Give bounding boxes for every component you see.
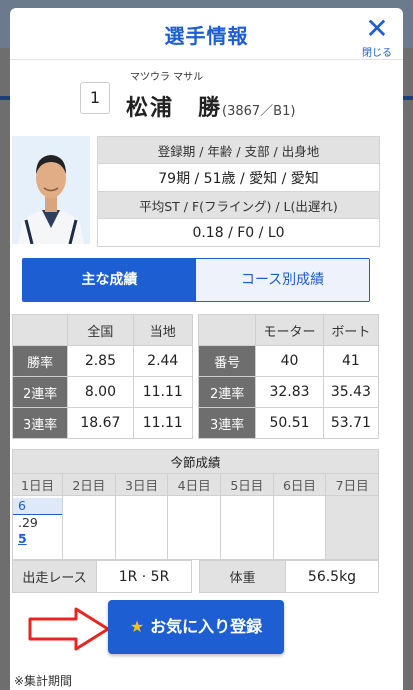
row-label: 番号 xyxy=(198,345,257,377)
aggregation-period-note: ※集計期間 xyxy=(14,674,73,688)
row-label: 3連率 xyxy=(11,407,69,439)
day-1-results: 6 .29 5 xyxy=(12,495,63,560)
col-local: 当地 xyxy=(132,314,193,346)
racer-frame-number: 1 xyxy=(80,82,110,114)
race-weight-table: 出走レース 1R · 5R 体重 56.5kg xyxy=(12,560,379,593)
day-2-results xyxy=(62,495,116,560)
stats-corner xyxy=(11,314,69,346)
race-start-timing: .29 xyxy=(18,515,38,530)
day-6-results xyxy=(272,495,327,560)
tab-course-results[interactable]: コース別成績 xyxy=(196,259,369,301)
modal-header: 選手情報 ✕ 閉じる xyxy=(10,8,403,60)
col-boat: ボート xyxy=(322,314,380,346)
day-header: 4日目 xyxy=(167,473,221,496)
weight-value: 56.5kg xyxy=(285,560,379,593)
day-header: 6日目 xyxy=(272,473,327,496)
weight-label: 体重 xyxy=(199,560,286,593)
national-value: 8.00 xyxy=(67,376,134,408)
tab-main-results[interactable]: 主な成績 xyxy=(23,259,196,301)
profile-header-1: 登録期 / 年齢 / 支部 / 出身地 xyxy=(97,136,380,164)
row-label: 2連率 xyxy=(198,376,257,408)
page-stripe-left xyxy=(0,96,10,100)
day-header: 2日目 xyxy=(62,473,116,496)
add-favorite-button[interactable]: ★ お気に入り登録 xyxy=(108,600,284,654)
race-value: 1R · 5R xyxy=(96,560,192,593)
racer-registration: (3867／B1) xyxy=(222,104,296,119)
row-label: 勝率 xyxy=(11,345,69,377)
day-3-results xyxy=(114,495,169,560)
table-row: 2連率 8.00 11.11 2連率 32.83 35.43 xyxy=(11,376,380,408)
local-value: 11.11 xyxy=(132,376,193,408)
page-background-left xyxy=(0,48,10,690)
page-background-right xyxy=(403,48,413,690)
racer-photo xyxy=(12,136,90,244)
table-row: 3連率 18.67 11.11 3連率 50.51 53.71 xyxy=(11,407,380,439)
day-header: 5日目 xyxy=(219,473,274,496)
local-value: 11.11 xyxy=(132,407,193,439)
boat-value: 41 xyxy=(322,345,380,377)
session-title: 今節成績 xyxy=(12,449,379,474)
motor-value: 40 xyxy=(255,345,324,377)
local-value: 2.44 xyxy=(132,345,193,377)
race-course: 6 xyxy=(13,498,62,515)
close-icon: ✕ xyxy=(365,12,389,45)
day-header: 7日目 xyxy=(325,473,379,496)
race-label: 出走レース xyxy=(12,560,97,593)
day-5-results xyxy=(219,495,274,560)
day-7-results xyxy=(325,495,379,560)
motor-value: 32.83 xyxy=(255,376,324,408)
national-value: 18.67 xyxy=(67,407,134,439)
add-favorite-label: お気に入り登録 xyxy=(150,617,263,636)
national-value: 2.85 xyxy=(67,345,134,377)
day-header: 3日目 xyxy=(114,473,169,496)
day-4-results xyxy=(167,495,221,560)
race-rank-link[interactable]: 5 xyxy=(13,531,62,547)
close-button[interactable]: ✕ 閉じる xyxy=(359,12,395,60)
results-tabs: 主な成績 コース別成績 xyxy=(22,258,370,302)
profile-header-2: 平均ST / F(フライング) / L(出遅れ) xyxy=(97,191,380,219)
day-header: 1日目 xyxy=(12,473,63,496)
racer-name: 松浦 勝 xyxy=(126,96,223,121)
row-label: 2連率 xyxy=(11,376,69,408)
boat-value: 35.43 xyxy=(322,376,380,408)
profile-value-1: 79期 / 51歳 / 愛知 / 愛知 xyxy=(97,163,380,192)
modal-title: 選手情報 xyxy=(164,24,249,48)
col-motor: モーター xyxy=(255,314,324,346)
col-national: 全国 xyxy=(67,314,134,346)
star-icon: ★ xyxy=(129,617,145,636)
red-arrow-icon xyxy=(28,607,110,651)
profile-value-2: 0.18 / F0 / L0 xyxy=(97,218,380,247)
close-label: 閉じる xyxy=(362,48,392,59)
profile-table: 登録期 / 年齢 / 支部 / 出身地 79期 / 51歳 / 愛知 / 愛知 … xyxy=(97,136,380,247)
motor-value: 50.51 xyxy=(255,407,324,439)
table-row: 勝率 2.85 2.44 番号 40 41 xyxy=(11,345,380,377)
session-results-table: 今節成績 1日目 2日目 3日目 4日目 5日目 6日目 7日目 6 .29 5 xyxy=(12,449,379,560)
racer-name-kana: マツウラ マサル xyxy=(130,72,204,83)
page-stripe-right xyxy=(403,96,413,100)
boat-value: 53.71 xyxy=(322,407,380,439)
stats-table: 全国 当地 モーター ボート 勝率 2.85 2.44 番号 40 41 2連率… xyxy=(11,314,380,439)
row-label: 3連率 xyxy=(198,407,257,439)
stats-corner-2 xyxy=(198,314,257,346)
